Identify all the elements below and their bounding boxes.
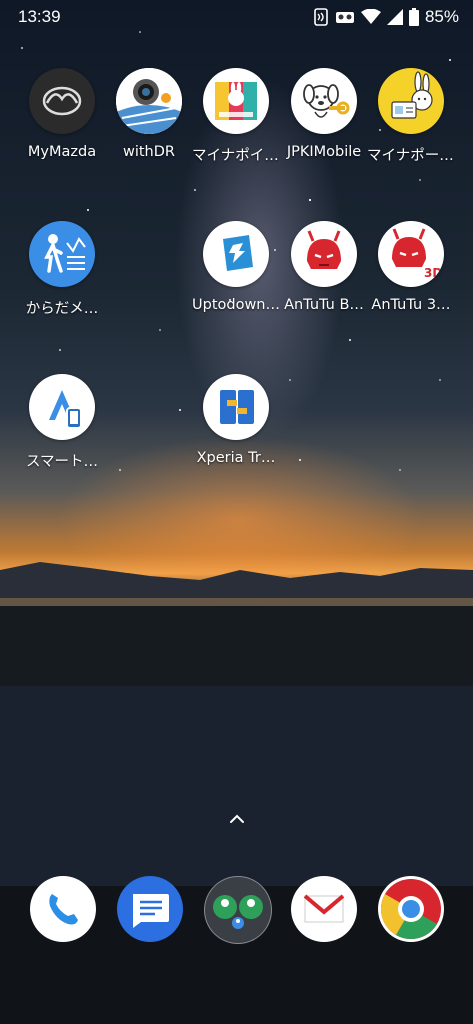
app-mynapoint[interactable]: マイナポイント — [192, 68, 280, 165]
app-label: MyMazda — [27, 144, 97, 160]
clock: 13:39 — [18, 7, 61, 26]
app-xperia-transfer[interactable]: Xperia Tr… — [192, 374, 280, 466]
app-label: からだメ… — [25, 301, 99, 317]
dock-chrome-button[interactable] — [378, 876, 444, 942]
app-uptodown[interactable]: Uptodown… — [192, 221, 280, 313]
dashcam-icon — [116, 68, 182, 134]
app-mymazda[interactable]: MyMazda — [18, 68, 106, 160]
xperia-transfer-icon — [203, 374, 269, 440]
app-label: マイナポイント — [192, 148, 280, 164]
gmail-icon — [303, 894, 345, 923]
app-antutu-3d[interactable]: 3D AnTuTu 3… — [367, 221, 455, 313]
app-label: AnTuTu B… — [284, 297, 364, 313]
app-antutu-benchmark[interactable]: AnTuTu B… — [280, 221, 368, 313]
app-label: Xperia Tr… — [196, 450, 276, 466]
signal-icon — [386, 9, 403, 25]
app-karadame[interactable]: からだメ… — [18, 221, 106, 318]
dock-phone-button[interactable] — [30, 876, 96, 942]
svg-text:3D: 3D — [424, 266, 442, 280]
nfc-icon — [314, 8, 328, 26]
status-bar: 13:39 85% — [0, 0, 473, 36]
battery-percent: 85% — [424, 7, 459, 26]
app-label: withDR — [122, 144, 175, 160]
dock-messages-button[interactable] — [117, 876, 183, 942]
vr-icon — [335, 12, 354, 23]
app-android-auto[interactable]: スマート… — [18, 374, 106, 471]
antutu-icon — [291, 221, 357, 287]
wallpaper-landscape — [0, 562, 473, 1024]
dog-key-icon — [291, 68, 357, 134]
app-jpkimobile[interactable]: JPKIMobile — [280, 68, 368, 160]
battery-icon — [408, 8, 419, 26]
app-mynaportal[interactable]: マイナポータル… — [367, 68, 455, 165]
app-label: スマート… — [25, 454, 99, 470]
uptodown-icon — [203, 221, 269, 287]
app-label: AnTuTu 3… — [371, 297, 451, 313]
dock-contacts-folder-button[interactable] — [204, 876, 272, 944]
app-withdr[interactable]: withDR — [105, 68, 193, 160]
app-label: マイナポータル… — [367, 148, 455, 164]
chrome-icon — [380, 879, 441, 940]
mazda-logo-icon — [29, 68, 95, 134]
android-auto-icon — [29, 374, 95, 440]
messages-icon — [133, 894, 169, 928]
antutu-3d-icon: 3D — [378, 221, 444, 287]
app-drawer-chevron-icon[interactable] — [228, 812, 246, 826]
app-label: JPKIMobile — [286, 144, 362, 160]
mynapoint-icon — [203, 68, 269, 134]
walking-person-icon — [29, 221, 95, 287]
wifi-icon — [360, 9, 381, 24]
app-label: Uptodown… — [192, 297, 280, 313]
dock-gmail-button[interactable] — [291, 876, 357, 942]
rabbit-card-icon — [378, 68, 444, 134]
phone-icon — [49, 894, 78, 925]
contacts-group-icon — [213, 895, 263, 929]
